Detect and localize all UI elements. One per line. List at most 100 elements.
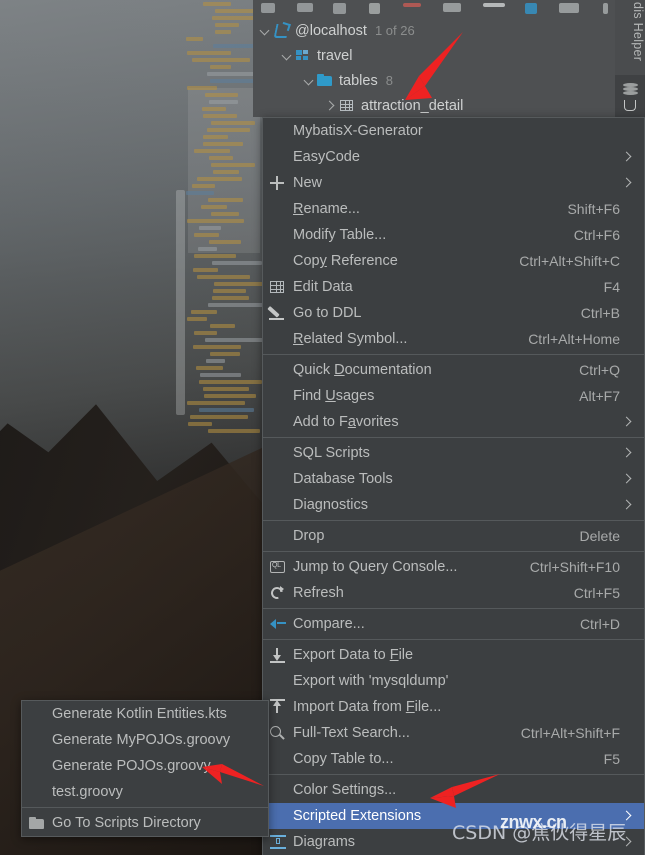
submenu-item[interactable]: Generate POJOs.groovy	[22, 753, 268, 779]
menu-item-shortcut: Ctrl+Alt+Home	[528, 331, 620, 347]
database-partial-icon[interactable]	[624, 100, 636, 111]
context-menu-item[interactable]: SQL Scripts	[263, 440, 644, 466]
context-menu-item[interactable]: New	[263, 170, 644, 196]
context-menu-item[interactable]: Export with 'mysqldump'	[263, 668, 644, 694]
context-menu-item[interactable]: Export Data to File	[263, 642, 644, 668]
menu-item-icon-slot	[22, 782, 52, 802]
context-menu-item[interactable]: Rename... Shift+F6	[263, 196, 644, 222]
context-menu-item[interactable]: Compare... Ctrl+D	[263, 611, 644, 637]
context-menu-item[interactable]: Database Tools	[263, 466, 644, 492]
context-menu-item[interactable]: Drop Delete	[263, 523, 644, 549]
right-tool-sidebar[interactable]: dis Helper	[615, 0, 645, 117]
menu-separator	[263, 639, 644, 640]
toolbar-icon-7[interactable]	[483, 3, 505, 7]
menu-item-shortcut: F4	[603, 279, 620, 295]
context-menu-item[interactable]: Add to Favorites	[263, 409, 644, 435]
menu-item-label: Color Settings...	[293, 782, 397, 798]
menu-item-label: Database Tools	[293, 471, 393, 487]
chevron-down-icon[interactable]	[279, 48, 294, 63]
context-menu-item[interactable]: Edit Data F4	[263, 274, 644, 300]
tree-node-attraction_detail[interactable]: attraction_detail	[253, 93, 615, 117]
context-menu-item[interactable]: Go to DDL Ctrl+B	[263, 300, 644, 326]
context-menu-item[interactable]: Import Data from File...	[263, 694, 644, 720]
folder-icon	[316, 73, 334, 89]
toolbar-icon-10[interactable]	[603, 3, 608, 14]
grid-table-icon	[263, 277, 293, 297]
submenu-item[interactable]: Generate MyPOJOs.groovy	[22, 727, 268, 753]
context-menu-item[interactable]: MybatisX-Generator	[263, 118, 644, 144]
context-menu-item[interactable]: Copy Table to... F5	[263, 746, 644, 772]
database-stack-icon[interactable]	[623, 83, 638, 97]
menu-item-icon-slot	[263, 671, 293, 691]
menu-item-label: Modify Table...	[293, 227, 387, 243]
menu-item-icon-slot	[263, 199, 293, 219]
toolbar-icon-6[interactable]	[443, 3, 461, 12]
context-menu-item[interactable]: Modify Table... Ctrl+F6	[263, 222, 644, 248]
menu-item-label: Rename...	[293, 201, 360, 217]
submenu-item[interactable]: Go To Scripts Directory	[22, 810, 268, 836]
menu-item-label: EasyCode	[293, 149, 360, 165]
tree-node-localhost[interactable]: @localhost 1 of 26	[253, 18, 615, 43]
menu-item-shortcut: Shift+F6	[567, 201, 620, 217]
context-menu-item[interactable]: Related Symbol... Ctrl+Alt+Home	[263, 326, 644, 352]
context-menu-item[interactable]: Full-Text Search... Ctrl+Alt+Shift+F	[263, 720, 644, 746]
menu-item-label: test.groovy	[52, 784, 123, 800]
menu-separator	[263, 551, 644, 552]
toolbar-icon-5[interactable]	[403, 3, 421, 7]
context-menu-item[interactable]: Jump to Query Console... Ctrl+Shift+F10	[263, 554, 644, 580]
menu-item-label: Generate MyPOJOs.groovy	[52, 732, 231, 748]
schema-icon	[294, 48, 312, 64]
chevron-down-icon[interactable]	[257, 23, 272, 38]
context-menu-item[interactable]: EasyCode	[263, 144, 644, 170]
context-menu-item[interactable]: Copy Reference Ctrl+Alt+Shift+C	[263, 248, 644, 274]
toolbar-icon-8[interactable]	[525, 3, 537, 14]
menu-item-icon-slot	[263, 147, 293, 167]
tree-node-count: 8	[385, 73, 393, 88]
submenu-item[interactable]: test.groovy	[22, 779, 268, 805]
znwx-watermark: znwx.cn	[500, 812, 567, 832]
pencil-icon	[263, 303, 293, 323]
menu-item-label: Export with 'mysqldump'	[293, 673, 449, 689]
database-tree-panel[interactable]: @localhost 1 of 26 travel tables 8 attraction…	[253, 18, 615, 117]
tree-node-label: tables	[339, 72, 378, 89]
tree-node-label: attraction_detail	[361, 97, 464, 114]
toolbar-icon-4[interactable]	[369, 3, 380, 14]
menu-separator	[263, 774, 644, 775]
chevron-right-icon[interactable]	[323, 98, 338, 113]
chevron-right-icon	[620, 176, 634, 190]
menu-item-icon-slot	[263, 225, 293, 245]
context-menu-item[interactable]: Find Usages Alt+F7	[263, 383, 644, 409]
table-context-menu[interactable]: MybatisX-Generator EasyCode New Rename... Sh…	[262, 117, 645, 855]
context-menu-item[interactable]: Diagnostics	[263, 492, 644, 518]
toolbar-icon-9[interactable]	[559, 3, 579, 13]
menu-item-label: Edit Data	[293, 279, 353, 295]
refresh-icon	[263, 583, 293, 603]
toolbar-icon-3[interactable]	[333, 3, 346, 14]
tool-window-label[interactable]: dis Helper	[615, 2, 645, 61]
menu-separator	[263, 520, 644, 521]
menu-item-shortcut: F5	[603, 751, 620, 767]
tree-node-tables[interactable]: tables 8	[253, 68, 615, 93]
toolbar-icon-1[interactable]	[261, 3, 275, 13]
tree-node-travel[interactable]: travel	[253, 43, 615, 68]
context-menu-item[interactable]: Quick Documentation Ctrl+Q	[263, 357, 644, 383]
table-icon	[338, 98, 356, 114]
chevron-down-icon[interactable]	[301, 73, 316, 88]
submenu-item[interactable]: Generate Kotlin Entities.kts	[22, 701, 268, 727]
plus-icon	[263, 173, 293, 193]
scripted-extensions-submenu[interactable]: Generate Kotlin Entities.kts Generate MyP…	[21, 700, 269, 837]
menu-item-shortcut: Ctrl+F5	[573, 585, 620, 601]
ide-toolbar[interactable]	[253, 0, 615, 18]
editor-scrollbar[interactable]	[176, 190, 185, 415]
menu-item-label: Full-Text Search...	[293, 725, 410, 741]
menu-item-label: Go to DDL	[293, 305, 362, 321]
chevron-right-icon	[620, 446, 634, 460]
menu-item-icon-slot	[263, 412, 293, 432]
chevron-right-icon	[620, 150, 634, 164]
context-menu-item[interactable]: Color Settings...	[263, 777, 644, 803]
context-menu-item[interactable]: Refresh Ctrl+F5	[263, 580, 644, 606]
chevron-right-icon	[620, 472, 634, 486]
export-icon	[263, 645, 293, 665]
chevron-right-icon	[620, 498, 634, 512]
toolbar-icon-2[interactable]	[297, 3, 313, 12]
